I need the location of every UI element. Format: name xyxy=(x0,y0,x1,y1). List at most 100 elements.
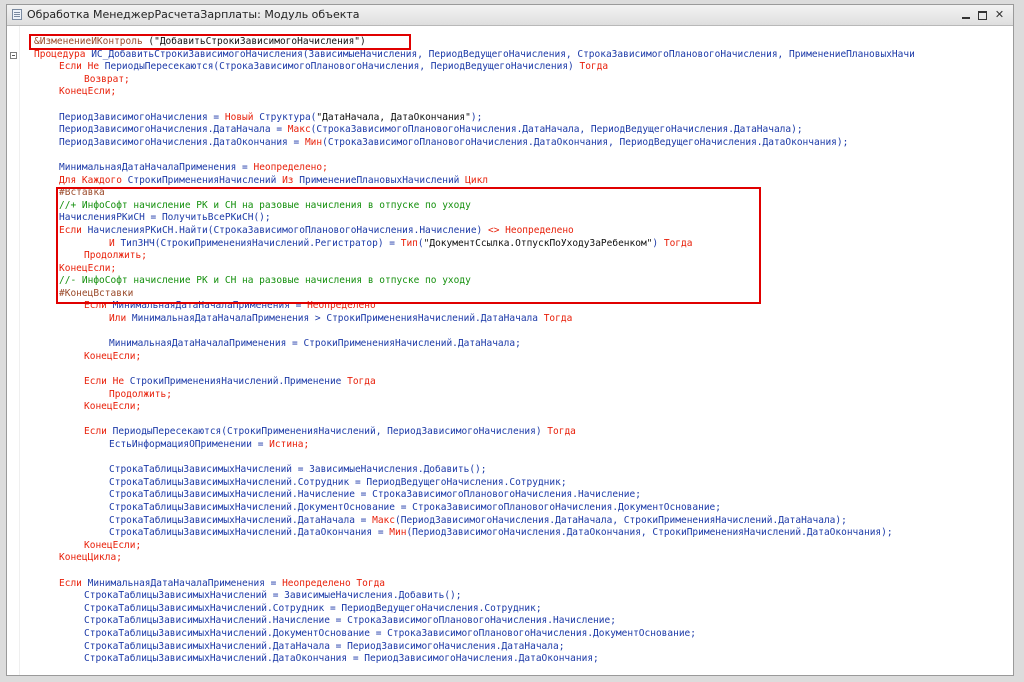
code-token: Цикл xyxy=(465,174,489,186)
code-line[interactable]: СтрокаТаблицыЗависимыхНачислений.ДатаОко… xyxy=(7,527,1013,540)
code-line[interactable]: МинимальнаяДатаНачалаПрименения = Строки… xyxy=(7,338,1013,351)
code-line[interactable]: Продолжить; xyxy=(7,250,1013,263)
code-token: (СтрокаЗависимогоПлановогоНачисления.Дат… xyxy=(310,124,803,136)
code-line[interactable] xyxy=(7,452,1013,465)
code-text: СтрокаТаблицыЗависимыхНачислений = Завис… xyxy=(84,590,462,603)
code-text: ПериодЗависимогоНачисления = Новый Струк… xyxy=(59,112,482,125)
code-line[interactable] xyxy=(7,99,1013,112)
code-token: Если xyxy=(59,577,88,589)
code-line[interactable]: СтрокаТаблицыЗависимыхНачислений = Завис… xyxy=(7,464,1013,477)
code-line[interactable]: Если Не СтрокиПримененияНачислений.Приме… xyxy=(7,376,1013,389)
window-title: Обработка МенеджерРасчетаЗарплаты: Модул… xyxy=(27,8,360,21)
code-text: СтрокаТаблицыЗависимыхНачислений.Сотрудн… xyxy=(84,603,542,616)
code-token: ПрименениеПлановыхНачислений xyxy=(299,174,466,186)
code-token: МинимальнаяДатаНачалаПрименения = xyxy=(87,577,283,589)
code-token: МинимальнаяДатаНачалаПрименения = xyxy=(112,300,308,312)
code-text: СтрокаТаблицыЗависимыхНачислений = Завис… xyxy=(109,464,487,477)
code-line[interactable]: СтрокаТаблицыЗависимыхНачислений = Завис… xyxy=(7,590,1013,603)
code-line[interactable]: Если МинимальнаяДатаНачалаПрименения = Н… xyxy=(7,300,1013,313)
code-text: И ТипЗНЧ(СтрокиПримененияНачислений.Реги… xyxy=(109,238,692,251)
code-text: КонецЕсли; xyxy=(84,351,141,364)
code-token: Новый xyxy=(224,111,260,123)
code-line[interactable]: ПериодЗависимогоНачисления = Новый Струк… xyxy=(7,112,1013,125)
code-line[interactable] xyxy=(7,363,1013,376)
maximize-button[interactable] xyxy=(975,7,990,22)
code-line[interactable]: КонецЕсли; xyxy=(7,263,1013,276)
fold-toggle-icon[interactable] xyxy=(10,51,17,59)
code-editor[interactable]: &ИзменениеИКонтроль ("ДобавитьСтрокиЗави… xyxy=(7,26,1013,675)
code-line[interactable]: И ТипЗНЧ(СтрокиПримененияНачислений.Реги… xyxy=(7,238,1013,251)
code-token: (СтрокаЗависимогоПлановогоНачисления.Дат… xyxy=(322,136,849,148)
code-line[interactable]: Процедура ИС_ДобавитьСтрокиЗависимогоНач… xyxy=(7,49,1013,62)
code-text: Для Каждого СтрокиПримененияНачислений И… xyxy=(59,175,488,188)
code-line[interactable]: Если МинимальнаяДатаНачалаПрименения = Н… xyxy=(7,578,1013,591)
code-text: КонецЕсли; xyxy=(59,86,116,99)
code-token: СтрокаТаблицыЗависимыхНачислений.Докумен… xyxy=(84,627,696,639)
code-line[interactable]: СтрокаТаблицыЗависимыхНачислений.Начисле… xyxy=(7,489,1013,502)
code-token: Тип xyxy=(400,237,418,249)
code-token: ПериодЗависимогоНачисления.ДатаОкончания… xyxy=(59,136,305,148)
code-line[interactable]: КонецЕсли; xyxy=(7,351,1013,364)
code-line[interactable]: Если НачисленияРКиСН.Найти(СтрокаЗависим… xyxy=(7,225,1013,238)
code-token: Неопределено; xyxy=(253,161,328,173)
code-line[interactable]: Или МинимальнаяДатаНачалаПрименения > Ст… xyxy=(7,313,1013,326)
code-line[interactable]: СтрокаТаблицыЗависимыхНачислений.Докумен… xyxy=(7,628,1013,641)
code-token: Процедура xyxy=(34,48,86,60)
code-line[interactable]: ЕстьИнформацияОПрименении = Истина; xyxy=(7,439,1013,452)
code-token: Тогда xyxy=(543,313,573,325)
close-button[interactable]: ✕ xyxy=(992,7,1007,22)
code-line[interactable]: Если ПериодыПересекаются(СтрокиПрименени… xyxy=(7,426,1013,439)
code-line[interactable] xyxy=(7,149,1013,162)
title-bar[interactable]: Обработка МенеджерРасчетаЗарплаты: Модул… xyxy=(7,5,1013,26)
code-line[interactable]: СтрокаТаблицыЗависимыхНачислений.Сотрудн… xyxy=(7,477,1013,490)
code-line[interactable]: СтрокаТаблицыЗависимыхНачислений.ДатаНач… xyxy=(7,641,1013,654)
code-line[interactable]: СтрокаТаблицыЗависимыхНачислений.Докумен… xyxy=(7,502,1013,515)
code-text: СтрокаТаблицыЗависимыхНачислений.Докумен… xyxy=(84,628,696,641)
code-line[interactable]: КонецЕсли; xyxy=(7,86,1013,99)
code-line[interactable]: ПериодЗависимогоНачисления.ДатаОкончания… xyxy=(7,137,1013,150)
code-token: ПериодыПересекаются(СтрокиПримененияНачи… xyxy=(112,426,548,438)
code-token: МинимальнаяДатаНачалаПрименения = Строки… xyxy=(109,338,521,350)
code-area[interactable]: &ИзменениеИКонтроль ("ДобавитьСтрокиЗави… xyxy=(7,36,1013,666)
code-line[interactable]: КонецЦикла; xyxy=(7,552,1013,565)
code-line[interactable]: #КонецВставки xyxy=(7,288,1013,301)
code-line[interactable]: ПериодЗависимогоНачисления.ДатаНачала = … xyxy=(7,124,1013,137)
code-token: Структура( xyxy=(259,111,317,123)
code-line[interactable]: Возврат; xyxy=(7,74,1013,87)
code-text: МинимальнаяДатаНачалаПрименения = Неопре… xyxy=(59,162,328,175)
code-line[interactable]: СтрокаТаблицыЗависимыхНачислений.ДатаНач… xyxy=(7,515,1013,528)
code-text: Если Не СтрокиПримененияНачислений.Приме… xyxy=(84,376,376,389)
code-token: ПериодЗависимогоНачисления = xyxy=(59,111,225,123)
code-token: Продолжить; xyxy=(109,388,172,400)
code-token: (ПериодЗависимогоНачисления.ДатаНачала, … xyxy=(395,514,847,526)
code-line[interactable]: #Вставка xyxy=(7,187,1013,200)
code-line[interactable]: //- ИнфоСофт начисление РК и СН на разов… xyxy=(7,275,1013,288)
code-token: <> Неопределено xyxy=(487,224,574,236)
code-token: И xyxy=(109,237,121,249)
code-line[interactable]: Если Не ПериодыПересекаются(СтрокаЗависи… xyxy=(7,61,1013,74)
code-line[interactable]: КонецЕсли; xyxy=(7,401,1013,414)
code-text: СтрокаТаблицыЗависимыхНачислений.ДатаОко… xyxy=(109,527,893,540)
code-line[interactable]: СтрокаТаблицыЗависимыхНачислений.Сотрудн… xyxy=(7,603,1013,616)
code-line[interactable]: Для Каждого СтрокиПримененияНачислений И… xyxy=(7,175,1013,188)
code-line[interactable]: &ИзменениеИКонтроль ("ДобавитьСтрокиЗави… xyxy=(7,36,1013,49)
minimize-button[interactable] xyxy=(958,7,973,22)
code-line[interactable] xyxy=(7,565,1013,578)
code-line[interactable]: //+ ИнфоСофт начисление РК и СН на разов… xyxy=(7,200,1013,213)
code-token: Тогда xyxy=(663,237,693,249)
code-line[interactable]: КонецЕсли; xyxy=(7,540,1013,553)
code-token: #КонецВставки xyxy=(59,287,134,299)
code-text: &ИзменениеИКонтроль ("ДобавитьСтрокиЗави… xyxy=(34,36,366,49)
code-token: ИС_ДобавитьСтрокиЗависимогоНачисления(За… xyxy=(85,48,915,60)
code-token: ПериодыПересекаются(СтрокаЗависимогоПлан… xyxy=(104,61,580,73)
code-line[interactable] xyxy=(7,326,1013,339)
code-line[interactable] xyxy=(7,414,1013,427)
code-line[interactable]: СтрокаТаблицыЗависимыхНачислений.ДатаОко… xyxy=(7,653,1013,666)
code-token: КонецЕсли; xyxy=(84,401,142,413)
code-token: Для Каждого xyxy=(59,174,128,186)
code-line[interactable]: НачисленияРКиСН = ПолучитьВсеРКиСН(); xyxy=(7,212,1013,225)
code-line[interactable]: СтрокаТаблицыЗависимыхНачислений.Начисле… xyxy=(7,615,1013,628)
code-line[interactable]: МинимальнаяДатаНачалаПрименения = Неопре… xyxy=(7,162,1013,175)
code-line[interactable]: Продолжить; xyxy=(7,389,1013,402)
maximize-icon xyxy=(978,10,987,20)
